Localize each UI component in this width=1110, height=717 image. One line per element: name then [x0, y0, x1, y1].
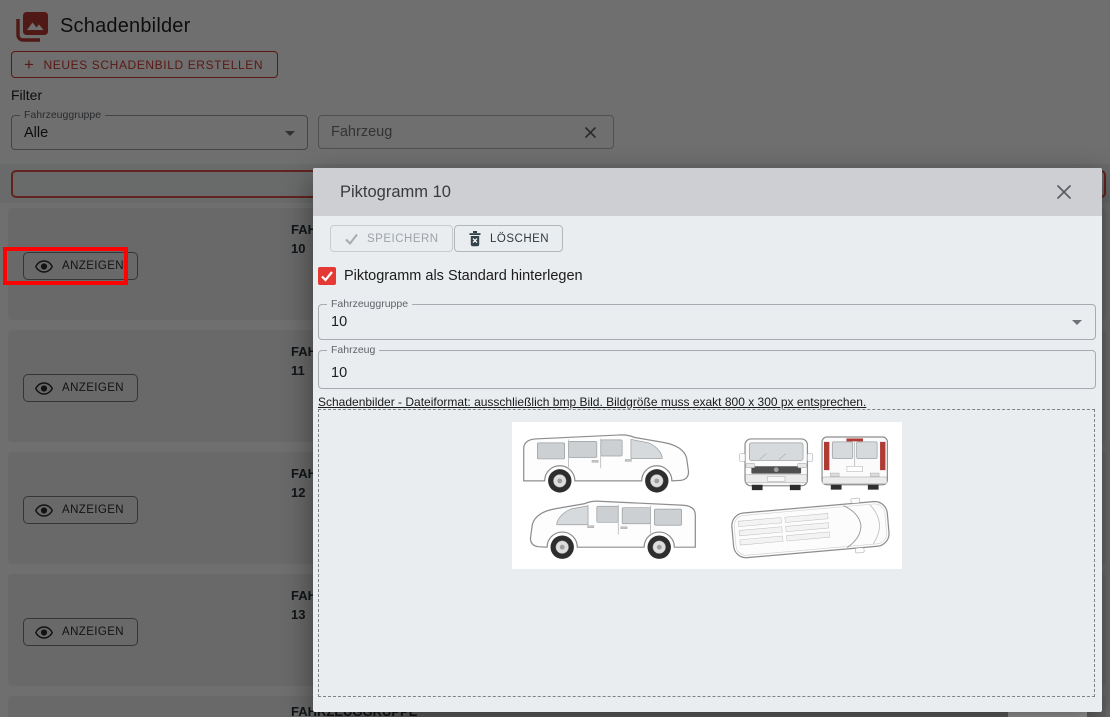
- dialog-title: Piktogramm 10: [340, 168, 451, 216]
- dialog-fahrzeug-input[interactable]: [319, 351, 1095, 388]
- pictogram-dropzone[interactable]: [318, 409, 1095, 697]
- standard-checkbox[interactable]: [318, 267, 336, 285]
- highlight-annotation-box: [3, 247, 128, 285]
- loeschen-button[interactable]: LÖSCHEN: [454, 225, 563, 252]
- dialog-fahrzeuggruppe-label: Fahrzeuggruppe: [327, 298, 412, 311]
- dialog-header: Piktogramm 10: [313, 168, 1102, 216]
- standard-checkbox-label: Piktogramm als Standard hinterlegen: [344, 268, 583, 284]
- speichern-label: SPEICHERN: [367, 233, 439, 245]
- chevron-down-icon: [1072, 320, 1082, 325]
- piktogramm-dialog: Piktogramm 10 SPEICHERN LÖSCHEN: [313, 168, 1102, 712]
- screen: Schadenbilder + NEUES SCHADENBILD ERSTEL…: [0, 0, 1110, 717]
- dialog-fahrzeuggruppe-select[interactable]: Fahrzeuggruppe 10: [318, 304, 1096, 340]
- check-icon: [344, 231, 359, 246]
- close-button[interactable]: [1054, 182, 1074, 202]
- trash-icon: [468, 231, 482, 247]
- close-icon: [1054, 182, 1074, 202]
- speichern-button[interactable]: SPEICHERN: [330, 225, 453, 252]
- dialog-fahrzeuggruppe-value: 10: [331, 314, 347, 330]
- vehicle-pictogram-image: [512, 422, 902, 569]
- van-views-drawing: [512, 422, 902, 569]
- file-format-hint: Schadenbilder - Dateiformat: ausschließl…: [318, 395, 866, 409]
- dialog-fahrzeug-field: Fahrzeug: [318, 350, 1096, 389]
- checkmark-icon: [319, 268, 335, 284]
- loeschen-label: LÖSCHEN: [490, 233, 549, 245]
